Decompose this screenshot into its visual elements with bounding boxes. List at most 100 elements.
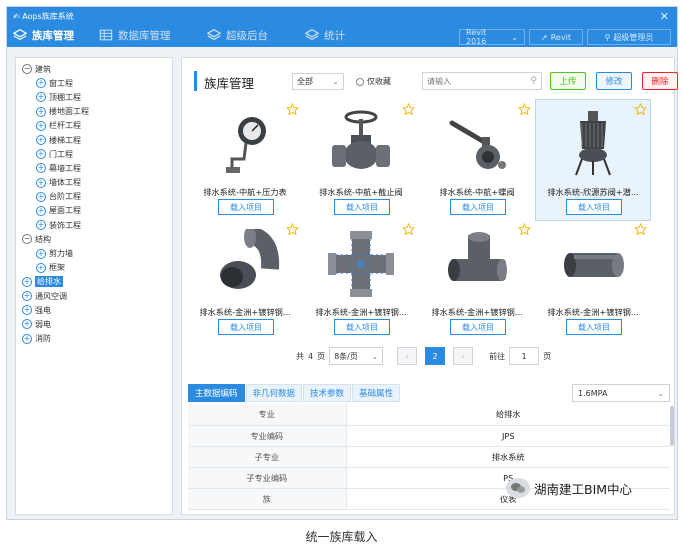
collapse-icon[interactable]: − (22, 64, 32, 75)
tab-statistics[interactable]: 统计 (305, 25, 345, 45)
tree-node[interactable]: + 楼梯工程 (16, 133, 172, 147)
upload-button[interactable]: 上传 (550, 72, 586, 90)
layers-icon (13, 29, 27, 41)
tab-label: 统计 (324, 29, 345, 42)
family-card[interactable]: 排水系统-欣源苏阀+潜... 载入项目 (535, 99, 651, 221)
prev-page-button[interactable]: ‹ (397, 347, 418, 365)
collapse-icon[interactable]: − (22, 234, 32, 245)
tree-node[interactable]: + 楼地面工程 (16, 105, 172, 119)
pressure-select[interactable]: 1.6MPA ⌄ (572, 384, 670, 402)
tree-node[interactable]: + 屋面工程 (16, 204, 172, 218)
star-icon[interactable] (517, 222, 532, 236)
tree-node[interactable]: + 栏杆工程 (16, 119, 172, 133)
tree-node[interactable]: + 弱电 (16, 317, 172, 331)
tree-node-label: 给排水 (35, 276, 63, 288)
app-window: ✍ Aops族库系统 ✕ 族库管理 数据库管理 超级后台 统计 Revit 20… (6, 6, 678, 520)
goto-page-input[interactable]: 1 (509, 347, 540, 365)
star-icon[interactable] (285, 102, 300, 116)
tree-node[interactable]: − 建筑 (16, 62, 172, 76)
search-icon[interactable]: ⚲ (530, 76, 537, 86)
tree-node[interactable]: + 顶棚工程 (16, 90, 172, 104)
family-card[interactable]: 排水系统-金洲+镀锌钢... 载入项目 (188, 220, 302, 340)
family-card[interactable]: 排水系统-金洲+镀锌钢... 载入项目 (536, 220, 650, 340)
search-box: ⚲ (422, 72, 542, 90)
expand-icon[interactable]: + (22, 319, 32, 330)
favorites-only-radio[interactable]: 仅收藏 (356, 76, 391, 87)
load-project-button[interactable]: 载入项目 (334, 199, 390, 215)
pipe-tee-icon (439, 228, 515, 300)
tree-node[interactable]: + 消防 (16, 332, 172, 346)
load-project-button[interactable]: 载入项目 (566, 199, 622, 215)
page-size-select[interactable]: 8条/页 ⌄ (329, 347, 384, 365)
load-project-button[interactable]: 载入项目 (566, 319, 622, 335)
tab-database-management[interactable]: 数据库管理 (99, 25, 171, 45)
expand-icon[interactable]: + (36, 120, 46, 131)
next-page-button[interactable]: › (453, 347, 474, 365)
expand-icon[interactable]: + (22, 333, 32, 344)
tree-node[interactable]: + 给排水 (16, 275, 172, 289)
detail-tab[interactable]: 技术参数 (303, 384, 352, 402)
search-input[interactable] (427, 76, 527, 86)
expand-icon[interactable]: + (36, 135, 46, 146)
star-icon[interactable] (517, 102, 532, 116)
tree-node[interactable]: − 结构 (16, 232, 172, 246)
expand-icon[interactable]: + (36, 78, 46, 89)
expand-icon[interactable]: + (36, 205, 46, 216)
expand-icon[interactable]: + (22, 305, 32, 316)
expand-icon[interactable]: + (36, 106, 46, 117)
expand-icon[interactable]: + (36, 149, 46, 160)
load-project-button[interactable]: 载入项目 (450, 199, 506, 215)
family-card[interactable]: 排水系统-金洲+镀锌钢... 载入项目 (420, 220, 534, 340)
detail-tab[interactable]: 基础属性 (352, 384, 401, 402)
star-icon[interactable] (633, 222, 648, 236)
tree-node[interactable]: + 门工程 (16, 147, 172, 161)
revit-button[interactable]: ➚ Revit (529, 29, 583, 45)
tab-super-admin[interactable]: 超级后台 (207, 25, 268, 45)
load-project-button[interactable]: 载入项目 (218, 319, 274, 335)
detail-tab[interactable]: 非几何数据 (245, 384, 303, 402)
table-scrollbar[interactable] (670, 406, 674, 446)
family-card[interactable]: 排水系统-中航+蝶阀 载入项目 (420, 100, 534, 220)
expand-icon[interactable]: + (36, 92, 46, 103)
detail-tab[interactable]: 主数据编码 (188, 384, 245, 402)
star-icon[interactable] (285, 222, 300, 236)
expand-icon[interactable]: + (36, 248, 46, 259)
tab-library-management[interactable]: 族库管理 (13, 25, 74, 45)
tree-node[interactable]: + 强电 (16, 303, 172, 317)
property-key: 子专业编码 (188, 467, 347, 489)
star-icon[interactable] (401, 222, 416, 236)
expand-icon[interactable]: + (36, 220, 46, 231)
tree-node[interactable]: + 通风空调 (16, 289, 172, 303)
expand-icon[interactable]: + (36, 191, 46, 202)
user-button[interactable]: ⚲ 超级管理员 (587, 29, 671, 45)
star-icon[interactable] (633, 102, 648, 116)
tree-node[interactable]: + 台阶工程 (16, 190, 172, 204)
family-card[interactable]: 排水系统-金洲+镀锌钢... 载入项目 (304, 220, 418, 340)
family-card[interactable]: 排水系统-中航+截止阀 载入项目 (304, 100, 418, 220)
layers-icon (305, 29, 319, 41)
tree-node[interactable]: + 装饰工程 (16, 218, 172, 232)
revit-version-select[interactable]: Revit 2016 ⌄ (459, 28, 525, 46)
close-icon[interactable]: ✕ (660, 10, 669, 23)
delete-button[interactable]: 删除 (642, 72, 678, 90)
load-project-button[interactable]: 载入项目 (218, 199, 274, 215)
expand-icon[interactable]: + (36, 262, 46, 273)
tree-node-label: 强电 (35, 305, 51, 315)
star-icon[interactable] (401, 102, 416, 116)
filter-select[interactable]: 全部 ⌄ (292, 73, 344, 90)
tree-node[interactable]: + 幕墙工程 (16, 161, 172, 175)
expand-icon[interactable]: + (36, 163, 46, 174)
load-project-button[interactable]: 载入项目 (450, 319, 506, 335)
tree-node[interactable]: + 墙体工程 (16, 176, 172, 190)
tree-node-label: 台阶工程 (49, 192, 81, 202)
current-page-button[interactable]: 2 (425, 347, 446, 365)
edit-button[interactable]: 修改 (596, 72, 632, 90)
expand-icon[interactable]: + (22, 276, 32, 287)
load-project-button[interactable]: 载入项目 (334, 319, 390, 335)
tree-node[interactable]: + 窗工程 (16, 76, 172, 90)
expand-icon[interactable]: + (36, 177, 46, 188)
tree-node[interactable]: + 框架 (16, 261, 172, 275)
tree-node[interactable]: + 剪力墙 (16, 246, 172, 260)
family-card[interactable]: 排水系统-中航+压力表 载入项目 (188, 100, 302, 220)
expand-icon[interactable]: + (22, 291, 32, 302)
